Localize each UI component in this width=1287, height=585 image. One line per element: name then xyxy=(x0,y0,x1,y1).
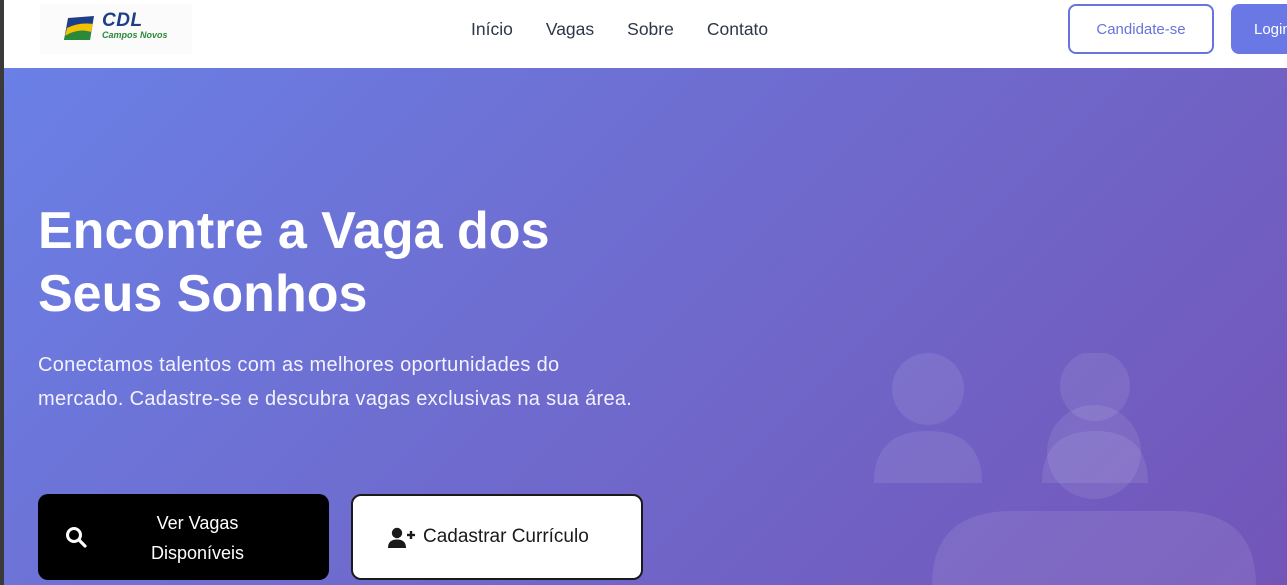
view-jobs-label: Ver Vagas Disponíveis xyxy=(110,508,285,568)
nav-item-inicio[interactable]: Início xyxy=(471,18,513,40)
cdl-logo-icon xyxy=(64,16,94,40)
view-jobs-button[interactable]: Ver Vagas Disponíveis xyxy=(38,494,329,580)
logo-brand-name: CDL xyxy=(102,10,143,31)
nav-item-sobre[interactable]: Sobre xyxy=(627,18,674,40)
register-resume-button[interactable]: Cadastrar Currículo xyxy=(351,494,643,580)
brand-logo[interactable]: CDL Campos Novos xyxy=(40,4,192,54)
site-header: CDL Campos Novos Início Vagas Sobre Cont… xyxy=(4,0,1287,68)
hero-title-line1: Encontre a Vaga dos xyxy=(38,202,550,260)
hero-title-line2: Seus Sonhos xyxy=(38,265,368,323)
user-plus-icon xyxy=(388,527,415,548)
hero-title: Encontre a Vaga dos Seus Sonhos xyxy=(38,200,658,326)
logo-text: CDL Campos Novos xyxy=(102,10,168,41)
register-resume-label: Cadastrar Currículo xyxy=(423,526,589,547)
login-button[interactable]: Login xyxy=(1231,4,1287,54)
users-group-icon xyxy=(874,353,1256,585)
main-nav: Início Vagas Sobre Contato xyxy=(471,18,801,40)
nav-item-contato[interactable]: Contato xyxy=(707,18,768,40)
hero-subtitle: Conectamos talentos com as melhores opor… xyxy=(38,354,633,410)
view-jobs-label-line2: Disponíveis xyxy=(150,543,245,563)
page: CDL Campos Novos Início Vagas Sobre Cont… xyxy=(4,0,1287,585)
logo-city-name: Campos Novos xyxy=(102,30,168,40)
search-icon xyxy=(66,527,87,548)
candidate-button[interactable]: Candidate-se xyxy=(1068,4,1214,54)
nav-item-vagas[interactable]: Vagas xyxy=(546,18,594,40)
hero-section: Encontre a Vaga dos Seus Sonhos Conectam… xyxy=(4,68,1287,585)
view-jobs-label-line1: Ver Vagas xyxy=(156,513,239,533)
